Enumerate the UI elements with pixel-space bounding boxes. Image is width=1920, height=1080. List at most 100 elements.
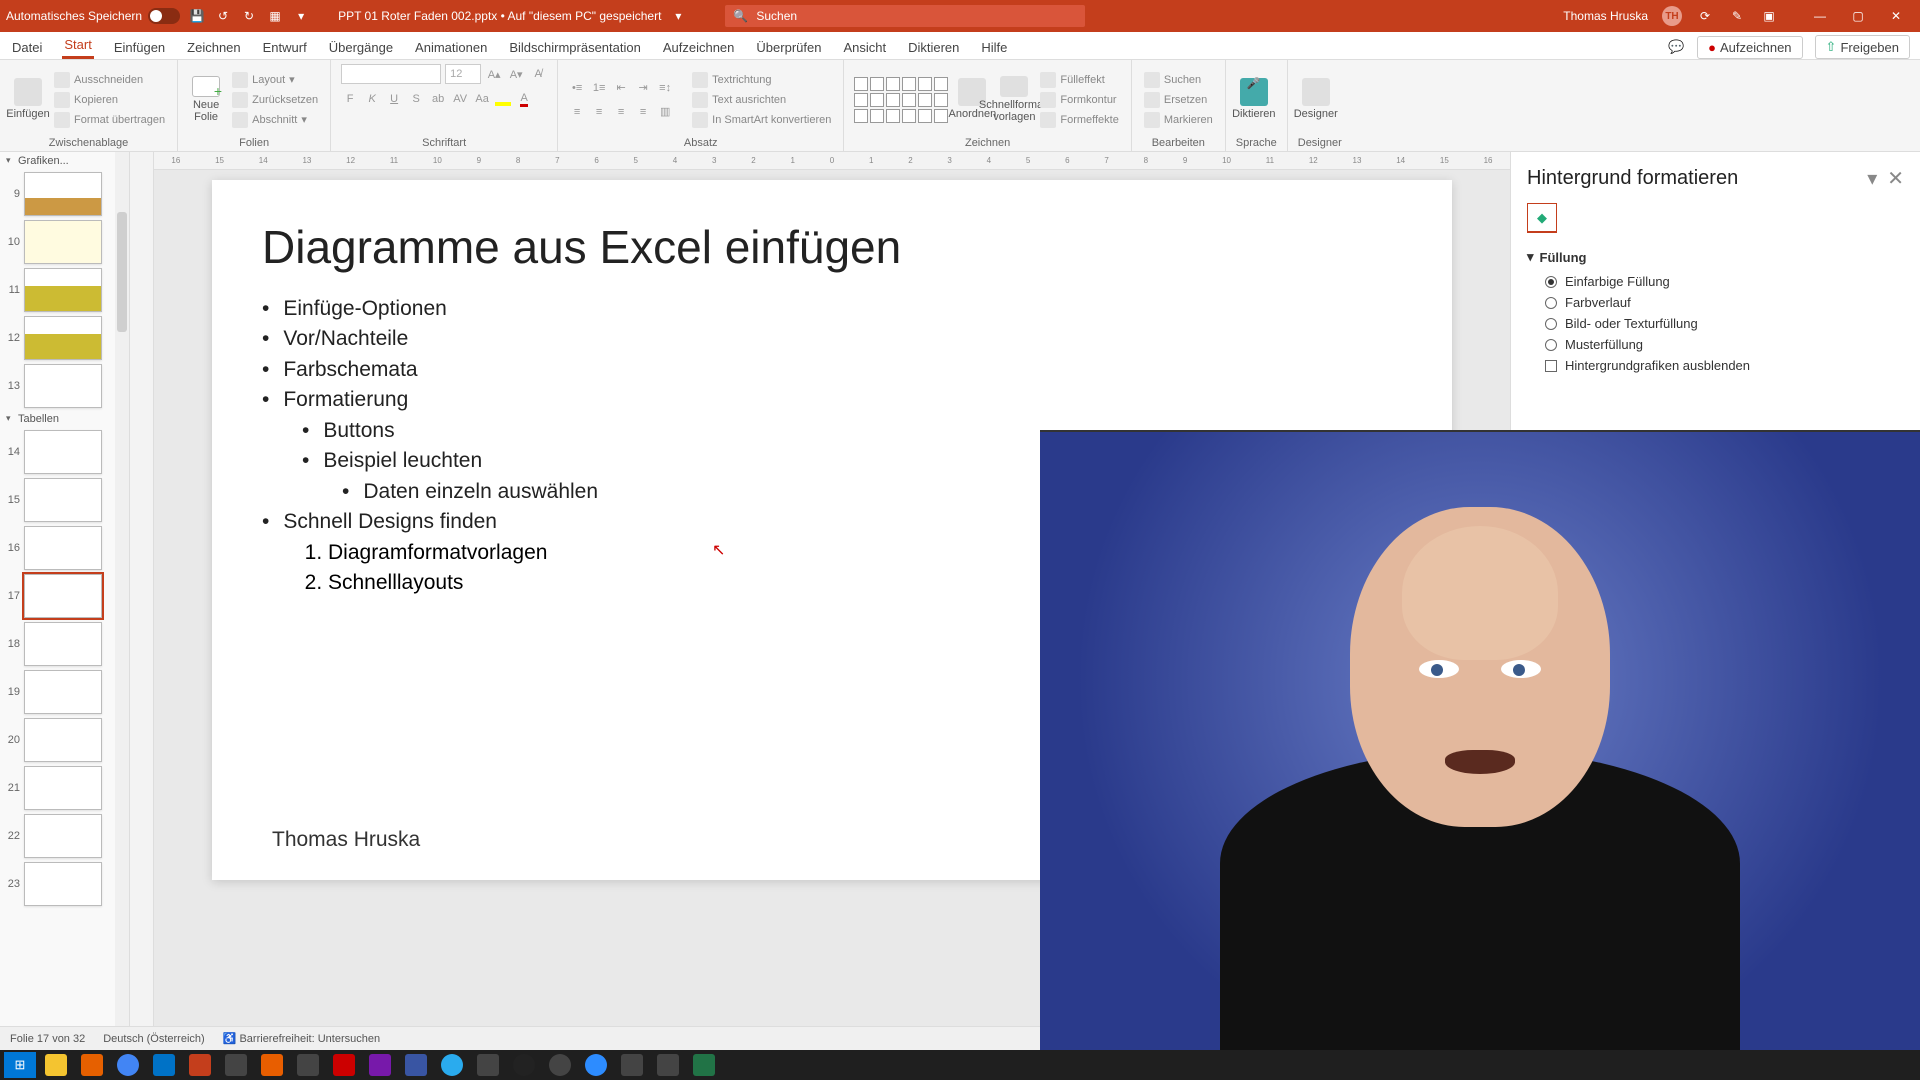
fill-accordion[interactable]: ▾Füllung: [1527, 243, 1904, 271]
check-hide-bg-graphics[interactable]: Hintergrundgrafiken ausblenden: [1527, 355, 1904, 376]
radio-pattern-fill[interactable]: Musterfüllung: [1527, 334, 1904, 355]
shapes-gallery[interactable]: [854, 77, 948, 123]
layout-button[interactable]: Layout▾: [230, 71, 320, 89]
tab-ueberpruefen[interactable]: Überprüfen: [754, 36, 823, 59]
bullet[interactable]: Vor/Nachteile: [262, 324, 1402, 354]
pane-close-icon[interactable]: ✕: [1887, 166, 1904, 191]
tab-zeichnen[interactable]: Zeichnen: [185, 36, 242, 59]
radio-solid-fill[interactable]: Einfarbige Füllung: [1527, 271, 1904, 292]
comments-icon[interactable]: 💬: [1667, 38, 1685, 56]
thumb-21[interactable]: 21: [0, 764, 129, 812]
fill-tab-icon[interactable]: ◆: [1527, 203, 1557, 233]
share-button[interactable]: ⇧Freigeben: [1815, 35, 1910, 59]
indent-inc-icon[interactable]: ⇥: [634, 79, 652, 97]
record-button[interactable]: ●Aufzeichnen: [1697, 36, 1802, 59]
cut-button[interactable]: Ausschneiden: [52, 71, 167, 89]
thumb-17[interactable]: 17: [0, 572, 129, 620]
align-left-icon[interactable]: ≡: [568, 103, 586, 121]
dictate-button[interactable]: 🎤Diktieren: [1236, 76, 1272, 124]
section-grafiken[interactable]: Grafiken...: [0, 152, 129, 170]
bold-button[interactable]: F: [341, 90, 359, 108]
taskbar-firefox[interactable]: [76, 1052, 108, 1078]
tab-diktieren[interactable]: Diktieren: [906, 36, 961, 59]
taskbar-app[interactable]: [616, 1052, 648, 1078]
tab-aufzeichnen[interactable]: Aufzeichnen: [661, 36, 737, 59]
taskbar-app[interactable]: [472, 1052, 504, 1078]
paste-button[interactable]: Einfügen: [10, 76, 46, 124]
tab-hilfe[interactable]: Hilfe: [979, 36, 1009, 59]
clear-format-icon[interactable]: A̸: [529, 65, 547, 83]
find-button[interactable]: Suchen: [1142, 71, 1215, 89]
thumb-18[interactable]: 18: [0, 620, 129, 668]
format-painter-button[interactable]: Format übertragen: [52, 111, 167, 129]
thumb-22[interactable]: 22: [0, 812, 129, 860]
case-button[interactable]: Aa: [473, 90, 491, 108]
slide-author[interactable]: Thomas Hruska: [272, 828, 420, 852]
thumb-15[interactable]: 15: [0, 476, 129, 524]
taskbar-onenote[interactable]: [364, 1052, 396, 1078]
tab-uebergaenge[interactable]: Übergänge: [327, 36, 395, 59]
font-color-icon[interactable]: A: [515, 90, 533, 108]
tab-animationen[interactable]: Animationen: [413, 36, 489, 59]
tab-ansicht[interactable]: Ansicht: [841, 36, 888, 59]
reset-button[interactable]: Zurücksetzen: [230, 91, 320, 109]
window-mode-icon[interactable]: ▣: [1760, 7, 1778, 25]
taskbar-vlc[interactable]: [256, 1052, 288, 1078]
thumb-12[interactable]: 12: [0, 314, 129, 362]
draw-icon[interactable]: ✎: [1728, 7, 1746, 25]
thumb-23[interactable]: 23: [0, 860, 129, 908]
undo-icon[interactable]: ↺: [214, 7, 232, 25]
align-right-icon[interactable]: ≡: [612, 103, 630, 121]
taskbar-app[interactable]: [328, 1052, 360, 1078]
toggle-switch[interactable]: [148, 8, 180, 24]
taskbar-app[interactable]: [292, 1052, 324, 1078]
align-justify-icon[interactable]: ≡: [634, 103, 652, 121]
tab-datei[interactable]: Datei: [10, 36, 44, 59]
spacing-button[interactable]: AV: [451, 90, 469, 108]
bullet[interactable]: Einfüge-Optionen: [262, 294, 1402, 324]
bullet[interactable]: Formatierung: [262, 385, 1402, 415]
section-tabellen[interactable]: Tabellen: [0, 410, 129, 428]
thumb-10[interactable]: 10: [0, 218, 129, 266]
status-lang[interactable]: Deutsch (Österreich): [103, 1033, 204, 1045]
text-direction-button[interactable]: Textrichtung: [690, 71, 833, 89]
tab-start[interactable]: Start: [62, 33, 93, 59]
replace-button[interactable]: Ersetzen: [1142, 91, 1215, 109]
thumb-13[interactable]: 13: [0, 362, 129, 410]
search-input[interactable]: 🔍 Suchen: [725, 5, 1085, 27]
present-from-start-icon[interactable]: ▦: [266, 7, 284, 25]
taskbar-obs[interactable]: [508, 1052, 540, 1078]
text-align-v-button[interactable]: Text ausrichten: [690, 91, 833, 109]
linespacing-icon[interactable]: ≡↕: [656, 79, 674, 97]
avatar[interactable]: TH: [1662, 6, 1682, 26]
new-slide-button[interactable]: +Neue Folie: [188, 76, 224, 124]
pane-collapse-icon[interactable]: ▾: [1867, 166, 1877, 191]
thumb-11[interactable]: 11: [0, 266, 129, 314]
shrink-font-icon[interactable]: A▾: [507, 65, 525, 83]
bullets-icon[interactable]: •≡: [568, 79, 586, 97]
thumb-20[interactable]: 20: [0, 716, 129, 764]
taskbar-app[interactable]: [652, 1052, 684, 1078]
qat-more-icon[interactable]: ▾: [292, 7, 310, 25]
taskbar-powerpoint[interactable]: [184, 1052, 216, 1078]
taskbar-explorer[interactable]: [40, 1052, 72, 1078]
bullet[interactable]: Farbschemata: [262, 355, 1402, 385]
underline-button[interactable]: U: [385, 90, 403, 108]
taskbar-excel[interactable]: [688, 1052, 720, 1078]
taskbar-app[interactable]: [220, 1052, 252, 1078]
taskbar-zoom[interactable]: [580, 1052, 612, 1078]
sync-icon[interactable]: ⟳: [1696, 7, 1714, 25]
italic-button[interactable]: K: [363, 90, 381, 108]
align-center-icon[interactable]: ≡: [590, 103, 608, 121]
taskbar-app[interactable]: [544, 1052, 576, 1078]
fill-button[interactable]: Fülleffekt: [1038, 71, 1121, 89]
copy-button[interactable]: Kopieren: [52, 91, 167, 109]
taskbar-chrome[interactable]: [112, 1052, 144, 1078]
thumbs-scrollbar[interactable]: [115, 152, 129, 1026]
slide-title[interactable]: Diagramme aus Excel einfügen: [262, 220, 1402, 274]
start-button[interactable]: ⊞: [4, 1052, 36, 1078]
status-accessibility[interactable]: ♿ Barrierefreiheit: Untersuchen: [223, 1032, 380, 1045]
autosave-toggle[interactable]: Automatisches Speichern: [6, 8, 180, 24]
designer-button[interactable]: Designer: [1298, 76, 1334, 124]
effects-button[interactable]: Formeffekte: [1038, 111, 1121, 129]
